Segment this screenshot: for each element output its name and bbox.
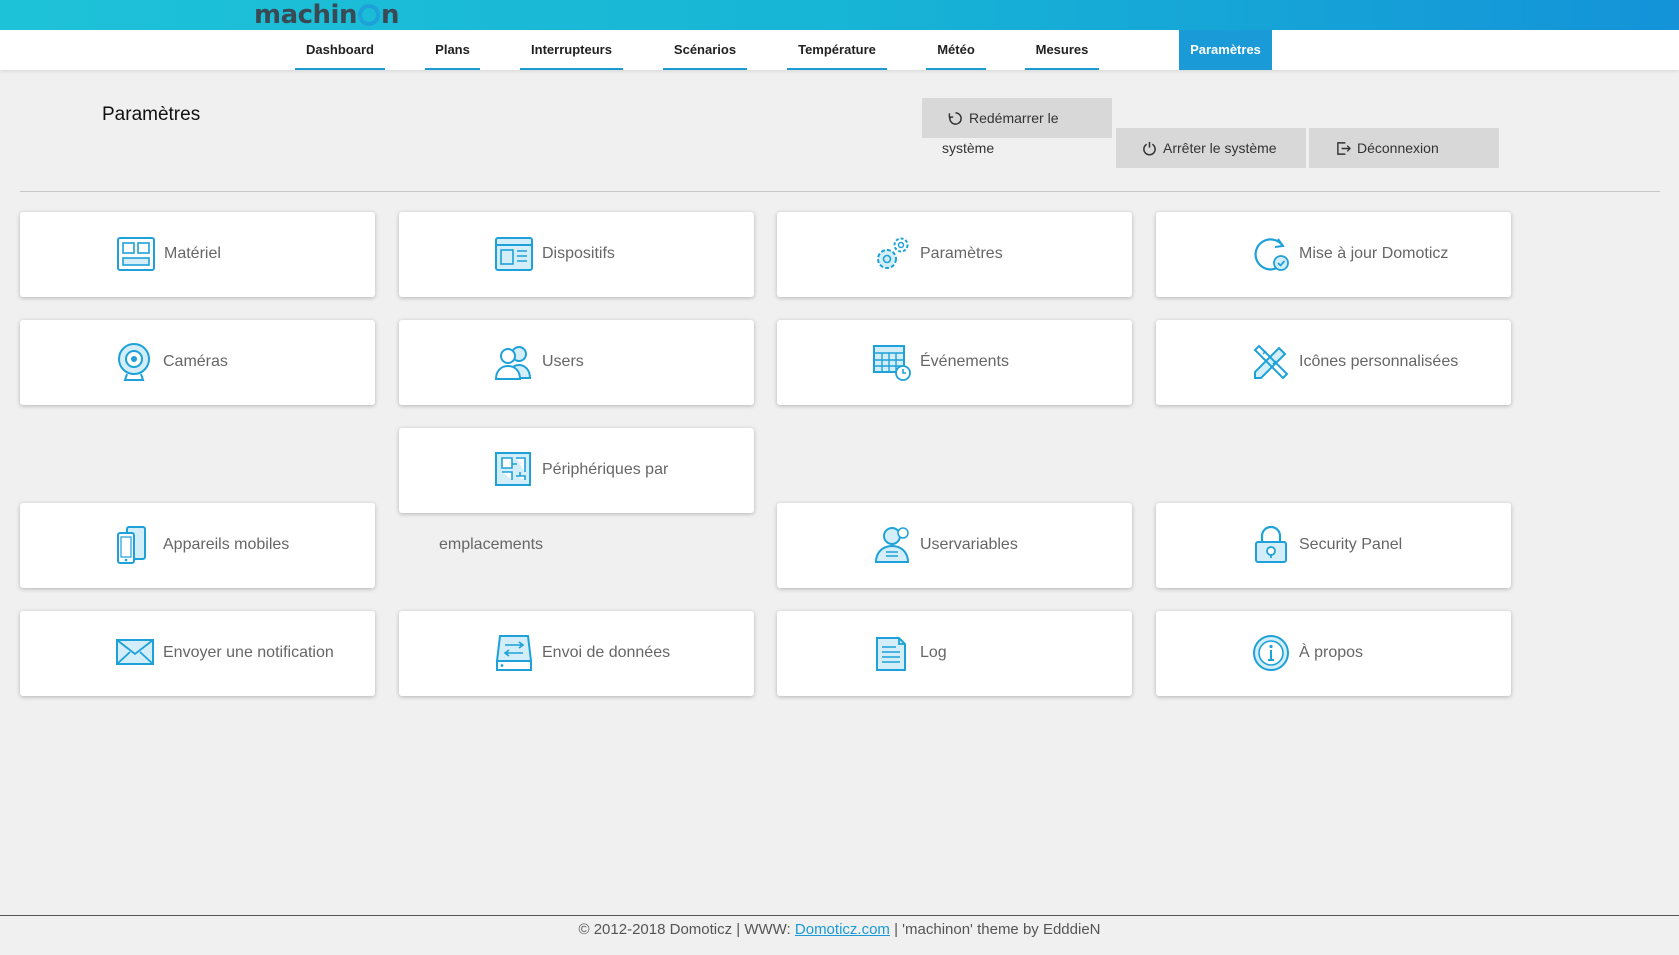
restart-icon (948, 111, 962, 125)
tile-user-variables[interactable]: Uservariables (777, 503, 1132, 588)
user-variables-icon (874, 527, 910, 563)
shutdown-label: Arrêter le système (1163, 140, 1277, 156)
room-plan-icon (495, 452, 531, 486)
logout-label: Déconnexion (1357, 140, 1439, 156)
tile-label: À propos (1299, 644, 1364, 661)
tile-log[interactable]: Log (777, 611, 1132, 696)
tile-label: Matériel (164, 245, 221, 262)
footer-domoticz-link[interactable]: Domoticz.com (795, 921, 890, 938)
tile-hardware[interactable]: Matériel (20, 212, 375, 297)
header-divider (20, 191, 1660, 192)
footer: © 2012-2018 Domoticz | WWW: Domoticz.com… (0, 915, 1679, 955)
power-icon (1143, 141, 1156, 155)
machinon-logo[interactable]: machin n (254, 0, 400, 30)
tile-label: Dispositifs (542, 245, 615, 262)
tile-label: Log (920, 644, 947, 661)
tile-about[interactable]: À propos (1156, 611, 1511, 696)
tile-label: Mise à jour Domoticz (1299, 245, 1449, 262)
tile-label: Envoyer une notification (163, 644, 334, 661)
tile-users[interactable]: Users (399, 320, 754, 405)
tile-label: Événements (920, 353, 1009, 370)
nav-dashboard[interactable]: Dashboard (295, 30, 385, 70)
envelope-icon (116, 639, 154, 665)
update-icon (1254, 238, 1289, 271)
tile-data-push[interactable]: Envoi de données (399, 611, 754, 696)
logo-power-ring (357, 4, 380, 26)
tile-label: Périphériques par (542, 461, 669, 478)
mobile-devices-icon (117, 526, 146, 564)
nav-weather[interactable]: Météo (926, 30, 986, 70)
tile-room-plan[interactable]: Périphériques par (399, 428, 754, 513)
camera-icon (118, 343, 150, 381)
logo-text-right: n (380, 0, 400, 30)
tile-label-wrap: emplacements (439, 536, 544, 553)
nav-measures[interactable]: Mesures (1025, 30, 1099, 70)
tile-label: Users (542, 353, 584, 370)
tile-label: Appareils mobiles (163, 536, 290, 553)
tile-settings[interactable]: Paramètres (777, 212, 1132, 297)
tile-send-notification[interactable]: Envoyer une notification (20, 611, 375, 696)
hardware-icon (117, 237, 155, 271)
users-icon (494, 346, 532, 380)
settings-gears-icon (877, 237, 909, 269)
nav-plans[interactable]: Plans (425, 30, 480, 70)
tile-update-domoticz[interactable]: Mise à jour Domoticz (1156, 212, 1511, 297)
nav-scenes[interactable]: Scénarios (663, 30, 747, 70)
logo-text-left: machin (254, 0, 357, 30)
restart-label: Redémarrer le (969, 110, 1059, 126)
page-title: Paramètres (102, 104, 201, 125)
restart-label-wrap: système (942, 140, 995, 156)
tile-custom-icons[interactable]: Icônes personnalisées (1156, 320, 1511, 405)
tile-devices[interactable]: Dispositifs (399, 212, 754, 297)
tile-label: Caméras (163, 353, 228, 370)
tile-label: Security Panel (1299, 536, 1403, 553)
logout-icon (1337, 141, 1351, 155)
footer-theme-credit: | 'machinon' theme by EdddieN (889, 921, 1101, 938)
tile-label: Envoi de données (542, 644, 671, 661)
tile-label: Paramètres (920, 245, 1003, 262)
tile-security-panel[interactable]: Security Panel (1156, 503, 1511, 588)
nav-switches[interactable]: Interrupteurs (520, 30, 623, 70)
top-banner: machin n (0, 0, 1679, 30)
log-icon (876, 637, 906, 671)
nav-settings[interactable]: Paramètres (1179, 30, 1272, 70)
nav-temperature[interactable]: Température (787, 30, 887, 70)
events-icon (873, 345, 911, 381)
tile-label: Icônes personnalisées (1299, 353, 1459, 370)
tile-mobile-devices[interactable]: Appareils mobiles (20, 503, 375, 588)
security-lock-icon (1255, 525, 1287, 563)
logout-button[interactable]: Déconnexion (1309, 128, 1499, 168)
data-push-icon (495, 635, 533, 671)
main-nav: Dashboard Plans Interrupteurs Scénarios … (0, 30, 1679, 70)
info-icon (1253, 635, 1289, 671)
custom-icons-icon (1253, 344, 1289, 380)
shutdown-button[interactable]: Arrêter le système (1116, 128, 1306, 168)
tile-label: Uservariables (920, 536, 1018, 553)
restart-button[interactable]: Redémarrer le (922, 98, 1112, 138)
tile-events[interactable]: Événements (777, 320, 1132, 405)
footer-copyright: © 2012-2018 Domoticz | WWW: (578, 921, 795, 938)
devices-icon (495, 237, 533, 271)
tile-cameras[interactable]: Caméras (20, 320, 375, 405)
